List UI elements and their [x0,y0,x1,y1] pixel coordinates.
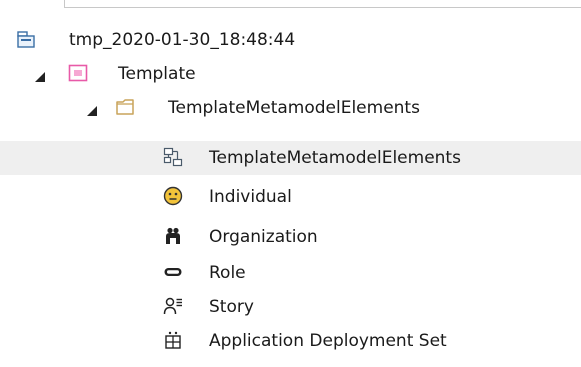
role-icon [163,262,183,282]
organization-icon [163,226,183,246]
project-browser-tree: tmp_2020-01-30_18:48:44 Template Templat… [0,0,581,367]
tree-node-folder[interactable]: TemplateMetamodelElements [0,91,581,125]
tree-node-story[interactable]: Story [0,290,581,324]
tree-node-organization[interactable]: Organization [0,220,581,254]
tree-node-role[interactable]: Role [0,256,581,290]
tree-node-label: Role [209,263,246,283]
expand-triangle-icon[interactable] [34,68,46,82]
tree-node-root[interactable]: tmp_2020-01-30_18:48:44 [0,23,581,57]
tree-node-label: Application Deployment Set [209,331,447,351]
tree-node-label: Template [118,64,196,84]
tree-node-label: TemplateMetamodelElements [168,98,420,118]
tree-node-label: tmp_2020-01-30_18:48:44 [69,30,296,50]
tree-node-application-deployment-set[interactable]: Application Deployment Set [0,324,581,358]
tree-node-diagram[interactable]: TemplateMetamodelElements [0,141,581,175]
tree-node-individual[interactable]: Individual [0,180,581,214]
tree-node-label: TemplateMetamodelElements [209,148,461,168]
diagram-icon [163,147,183,167]
tree-node-label: Story [209,297,254,317]
folder-icon [115,97,135,117]
application-deployment-set-icon [163,330,183,350]
expand-triangle-icon[interactable] [86,102,98,116]
individual-icon [163,186,183,206]
header-edge [64,0,581,8]
package-root-icon [16,29,36,49]
tree-node-template[interactable]: Template [0,57,581,91]
tree-node-label: Organization [209,227,318,247]
template-diagram-icon [68,63,88,83]
story-icon [163,296,183,316]
tree-node-label: Individual [209,187,292,207]
